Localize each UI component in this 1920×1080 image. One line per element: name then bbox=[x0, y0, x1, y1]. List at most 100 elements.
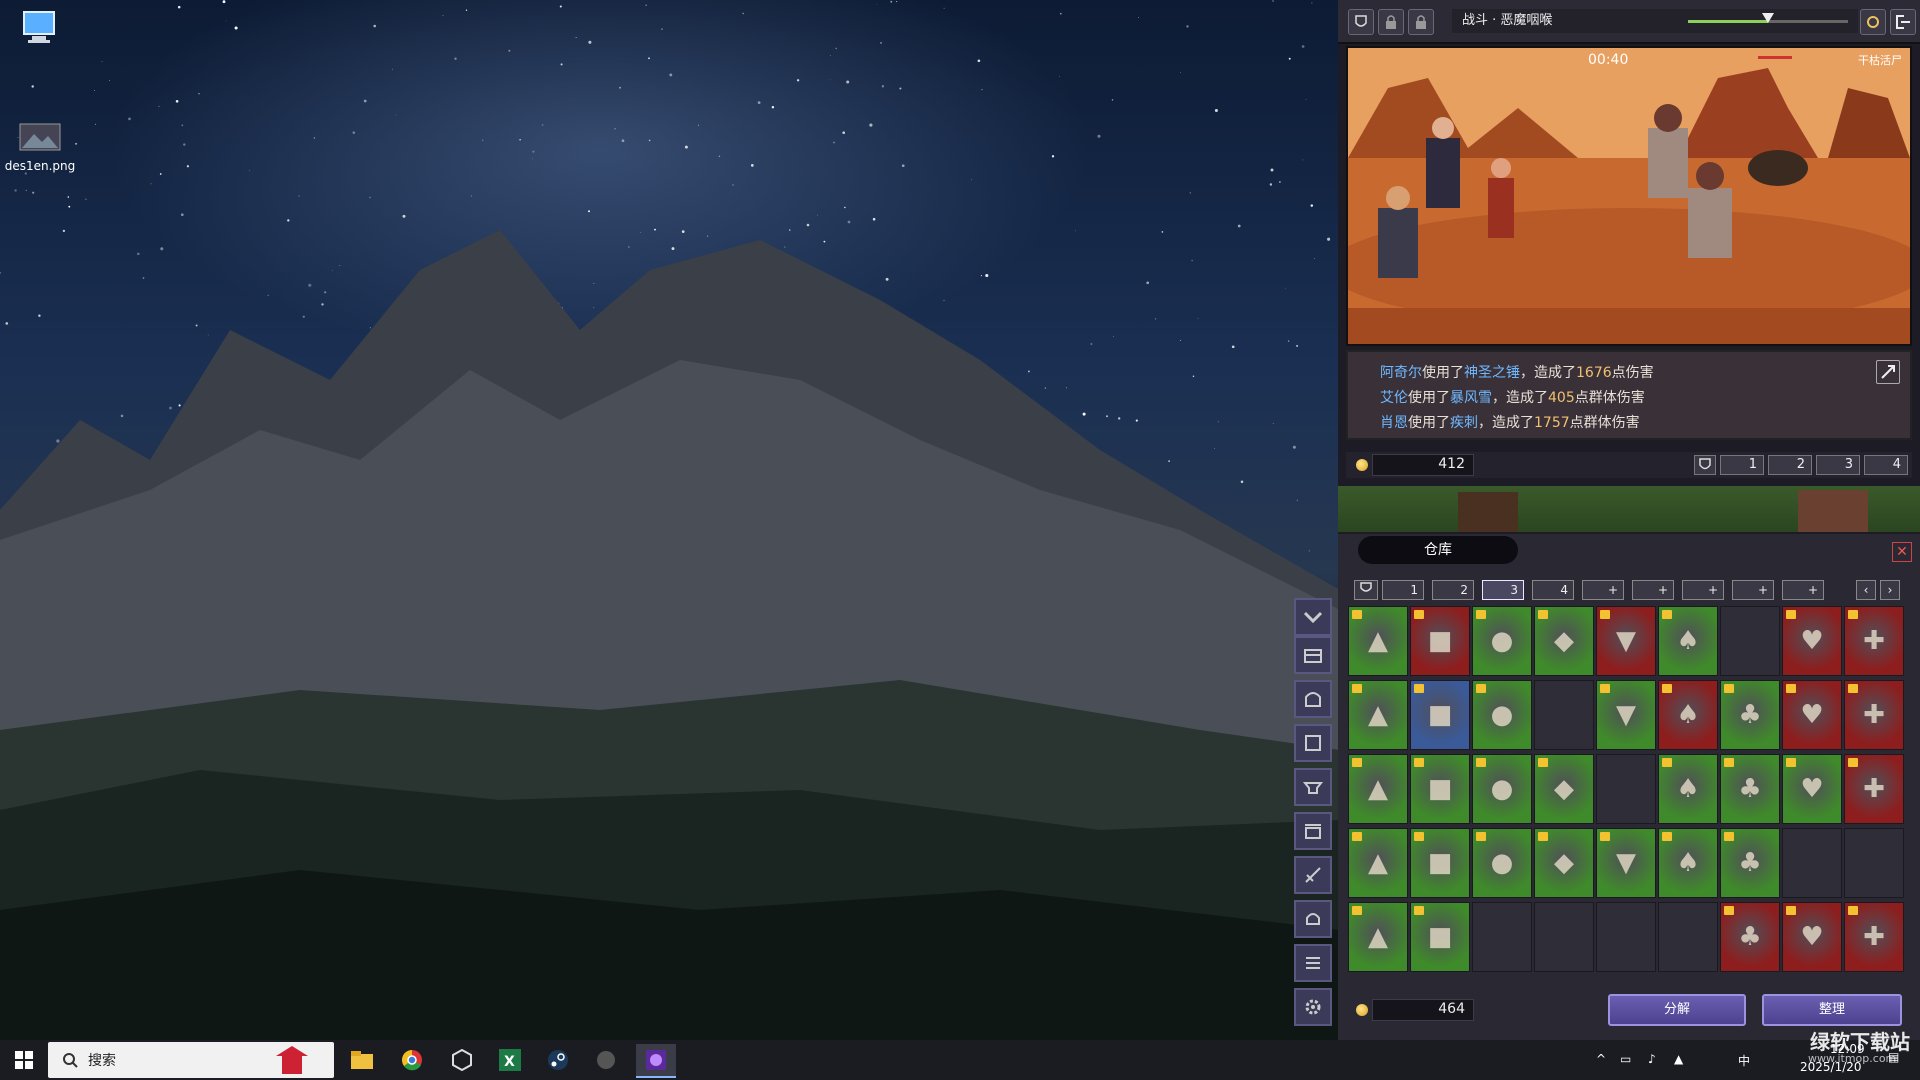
storage-tab-add[interactable]: + bbox=[1582, 580, 1624, 600]
storage-tab-add[interactable]: + bbox=[1682, 580, 1724, 600]
side-btn-alert[interactable] bbox=[1294, 900, 1332, 938]
inventory-item[interactable]: ✚ bbox=[1844, 680, 1904, 750]
expand-log-button[interactable] bbox=[1876, 360, 1900, 384]
team-button-1[interactable]: 1 bbox=[1720, 455, 1764, 475]
side-btn-warehouse[interactable] bbox=[1294, 636, 1332, 674]
collapse-button[interactable] bbox=[1294, 598, 1332, 636]
sort-button[interactable]: 整理 bbox=[1762, 994, 1902, 1026]
inventory-item[interactable]: ♣ bbox=[1720, 902, 1780, 972]
storage-tab-add[interactable]: + bbox=[1782, 580, 1824, 600]
inventory-item[interactable]: ▲ bbox=[1348, 606, 1408, 676]
inventory-item[interactable]: ♥ bbox=[1782, 754, 1842, 824]
inventory-slot-empty[interactable] bbox=[1720, 606, 1780, 676]
inventory-item[interactable]: ♣ bbox=[1720, 754, 1780, 824]
inventory-item[interactable]: ● bbox=[1472, 680, 1532, 750]
taskbar-game-active[interactable] bbox=[636, 1044, 676, 1078]
topbar-btn-3[interactable] bbox=[1408, 9, 1434, 35]
inventory-item[interactable]: ✚ bbox=[1844, 754, 1904, 824]
inventory-slot-empty[interactable] bbox=[1844, 828, 1904, 898]
taskbar-app-face[interactable] bbox=[586, 1044, 626, 1076]
taskbar-chrome[interactable] bbox=[392, 1044, 432, 1076]
start-button[interactable] bbox=[4, 1044, 44, 1076]
tray-chevron-icon[interactable]: ^ bbox=[1596, 1052, 1606, 1066]
inventory-item[interactable]: ✚ bbox=[1844, 606, 1904, 676]
filter-button[interactable] bbox=[1354, 580, 1378, 600]
topbar-btn-2[interactable] bbox=[1378, 9, 1404, 35]
taskbar-excel[interactable]: X bbox=[490, 1044, 530, 1076]
this-pc-desktop-icon[interactable] bbox=[0, 6, 80, 57]
inventory-item[interactable]: ♠ bbox=[1658, 680, 1718, 750]
team-button-2[interactable]: 2 bbox=[1768, 455, 1812, 475]
enemy-insect[interactable] bbox=[1748, 150, 1808, 186]
taskbar-steam[interactable] bbox=[538, 1044, 578, 1076]
storage-tab-add[interactable]: + bbox=[1732, 580, 1774, 600]
inventory-item[interactable]: ♥ bbox=[1782, 902, 1842, 972]
next-page-button[interactable]: › bbox=[1880, 580, 1900, 600]
exit-button[interactable] bbox=[1890, 9, 1916, 35]
inventory-item[interactable]: ♣ bbox=[1720, 828, 1780, 898]
tray-network-icon[interactable]: ▭ bbox=[1620, 1052, 1631, 1066]
inventory-item[interactable]: ♠ bbox=[1658, 754, 1718, 824]
des1en-desktop-icon[interactable]: des1en.png bbox=[0, 122, 80, 173]
inventory-item[interactable]: ♥ bbox=[1782, 606, 1842, 676]
inventory-item[interactable]: ■ bbox=[1410, 902, 1470, 972]
decompose-button[interactable]: 分解 bbox=[1608, 994, 1746, 1026]
slider-thumb[interactable] bbox=[1762, 13, 1774, 23]
inventory-item[interactable]: ■ bbox=[1410, 828, 1470, 898]
side-btn-forge[interactable] bbox=[1294, 768, 1332, 806]
team-button-3[interactable]: 3 bbox=[1816, 455, 1860, 475]
taskbar-search[interactable]: 搜索 bbox=[48, 1042, 334, 1078]
side-btn-book[interactable] bbox=[1294, 724, 1332, 762]
storage-tab-add[interactable]: + bbox=[1632, 580, 1674, 600]
inventory-slot-empty[interactable] bbox=[1472, 902, 1532, 972]
inventory-item[interactable]: ● bbox=[1472, 606, 1532, 676]
inventory-item[interactable]: ◆ bbox=[1534, 606, 1594, 676]
inventory-item[interactable]: ▲ bbox=[1348, 828, 1408, 898]
topbar-btn-1[interactable] bbox=[1348, 9, 1374, 35]
inventory-slot-empty[interactable] bbox=[1534, 902, 1594, 972]
inventory-item[interactable]: ♠ bbox=[1658, 828, 1718, 898]
inventory-item[interactable]: ◆ bbox=[1534, 754, 1594, 824]
inventory-item[interactable]: ▲ bbox=[1348, 754, 1408, 824]
storage-tab-4[interactable]: 4 bbox=[1532, 580, 1574, 600]
inventory-item[interactable]: ♥ bbox=[1782, 680, 1842, 750]
auto-battle-button[interactable] bbox=[1860, 9, 1886, 35]
inventory-slot-empty[interactable] bbox=[1596, 754, 1656, 824]
inventory-slot-empty[interactable] bbox=[1782, 828, 1842, 898]
hero-spear[interactable] bbox=[1488, 158, 1514, 238]
party-settings-button[interactable] bbox=[1694, 455, 1716, 475]
inventory-item[interactable]: ♣ bbox=[1720, 680, 1780, 750]
inventory-item[interactable]: ▲ bbox=[1348, 902, 1408, 972]
storage-tab-1[interactable]: 1 bbox=[1382, 580, 1424, 600]
inventory-item[interactable]: ◆ bbox=[1534, 828, 1594, 898]
warehouse-title-tab[interactable]: 仓库 bbox=[1358, 536, 1518, 564]
taskbar-explorer[interactable] bbox=[342, 1044, 382, 1076]
inventory-item[interactable]: ● bbox=[1472, 754, 1532, 824]
inventory-item[interactable]: ♠ bbox=[1658, 606, 1718, 676]
inventory-item[interactable]: ● bbox=[1472, 828, 1532, 898]
inventory-item[interactable]: ▼ bbox=[1596, 606, 1656, 676]
side-btn-settings[interactable] bbox=[1294, 988, 1332, 1026]
inventory-item[interactable]: ▼ bbox=[1596, 680, 1656, 750]
inventory-slot-empty[interactable] bbox=[1658, 902, 1718, 972]
tray-app-icon[interactable]: ▲ bbox=[1674, 1052, 1683, 1066]
prev-page-button[interactable]: ‹ bbox=[1856, 580, 1876, 600]
inventory-slot-empty[interactable] bbox=[1534, 680, 1594, 750]
close-icon[interactable]: ✕ bbox=[1892, 542, 1912, 562]
inventory-item[interactable]: ■ bbox=[1410, 680, 1470, 750]
speed-slider[interactable] bbox=[1678, 9, 1858, 33]
side-btn-list[interactable] bbox=[1294, 944, 1332, 982]
side-btn-hero[interactable] bbox=[1294, 680, 1332, 718]
inventory-item[interactable]: ■ bbox=[1410, 754, 1470, 824]
inventory-item[interactable]: ▼ bbox=[1596, 828, 1656, 898]
side-btn-skills[interactable] bbox=[1294, 856, 1332, 894]
inventory-slot-empty[interactable] bbox=[1596, 902, 1656, 972]
taskbar-app-hex[interactable] bbox=[442, 1044, 482, 1076]
inventory-item[interactable]: ✚ bbox=[1844, 902, 1904, 972]
storage-tab-2[interactable]: 2 bbox=[1432, 580, 1474, 600]
storage-tab-3[interactable]: 3 bbox=[1482, 580, 1524, 600]
side-btn-shop[interactable] bbox=[1294, 812, 1332, 850]
ime-indicator[interactable]: 中 bbox=[1738, 1052, 1750, 1069]
inventory-item[interactable]: ▲ bbox=[1348, 680, 1408, 750]
inventory-item[interactable]: ■ bbox=[1410, 606, 1470, 676]
